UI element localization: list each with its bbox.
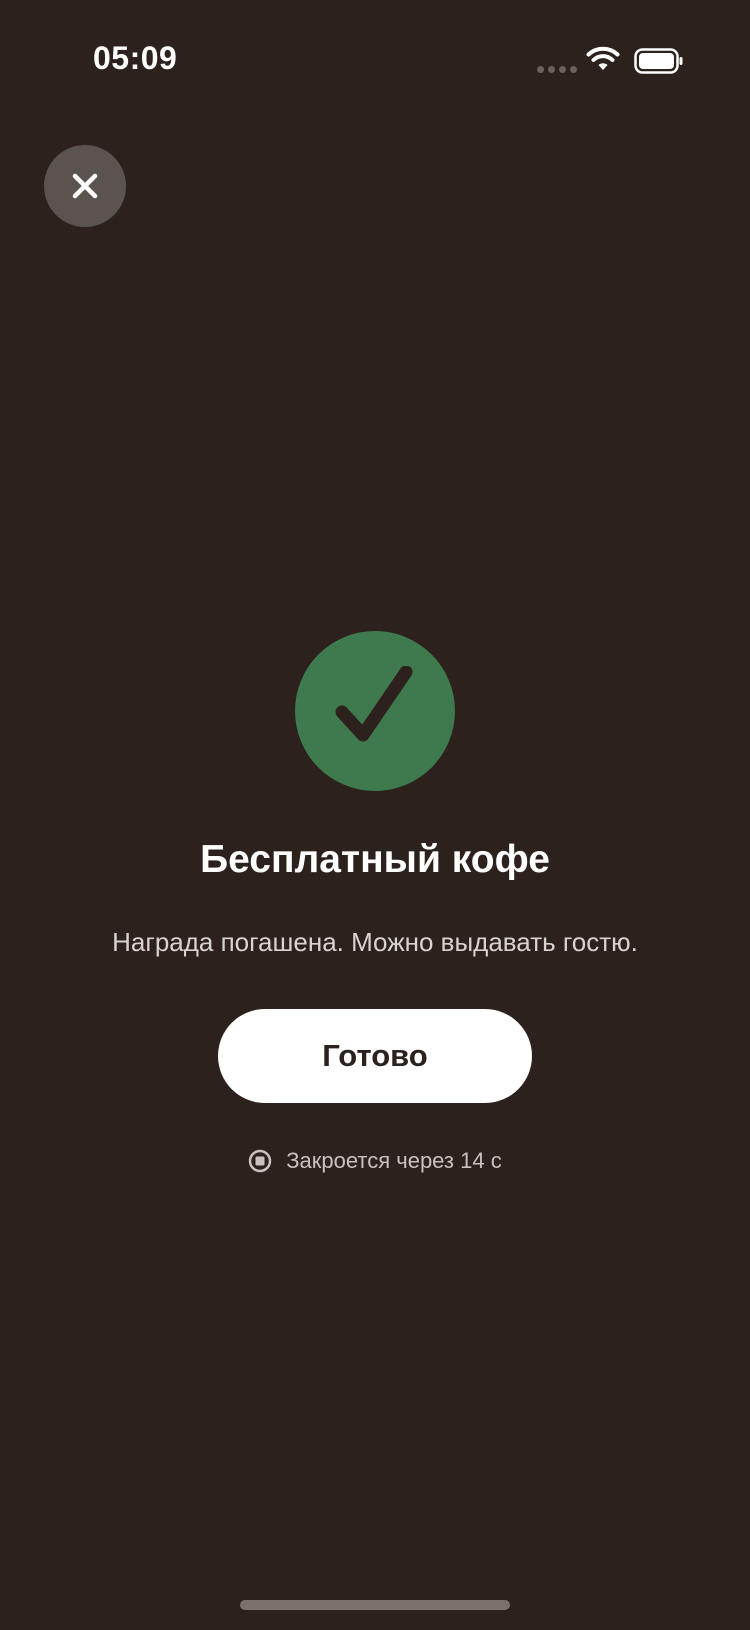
stop-icon xyxy=(249,1149,272,1173)
status-bar: 05:09 xyxy=(0,0,750,120)
confirmation-message: Награда погашена. Можно выдавать гостю. xyxy=(112,927,638,957)
home-indicator xyxy=(240,1600,510,1610)
auto-close-notice: Закроется через 14 с xyxy=(0,1148,750,1174)
close-icon xyxy=(72,173,98,199)
auto-close-text: Закроется через 14 с xyxy=(286,1148,502,1173)
cellular-signal-icon xyxy=(537,66,577,74)
page-title: Бесплатный кофе xyxy=(200,838,550,881)
battery-icon xyxy=(634,48,683,74)
status-time: 05:09 xyxy=(93,40,178,76)
wifi-icon xyxy=(586,46,620,70)
done-button[interactable]: Готово xyxy=(218,1009,532,1103)
success-badge xyxy=(295,631,455,791)
close-button[interactable] xyxy=(44,145,126,227)
checkmark-icon xyxy=(335,666,413,742)
